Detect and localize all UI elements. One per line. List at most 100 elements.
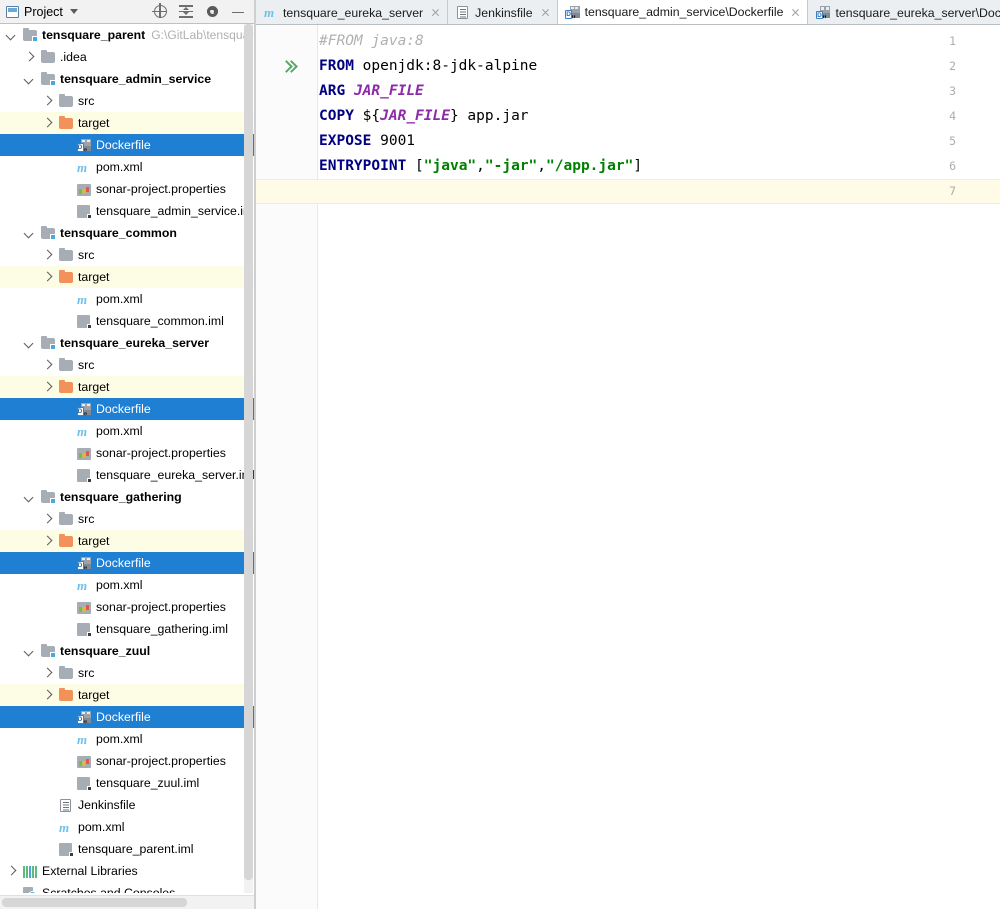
tree-row[interactable]: m pom.xml bbox=[0, 816, 255, 838]
tree-row[interactable]: target bbox=[0, 530, 255, 552]
tree-row[interactable]: tensquare_gathering.iml bbox=[0, 618, 255, 640]
editor-tab-label: tensquare_eureka_server\Dockerfile bbox=[835, 5, 1000, 20]
tree-row[interactable]: m pom.xml bbox=[0, 574, 255, 596]
chevron-right-icon[interactable] bbox=[42, 668, 53, 679]
tree-row[interactable]: src bbox=[0, 508, 255, 530]
tree-row-label: Jenkinsfile bbox=[78, 797, 136, 812]
project-panel-header: Project bbox=[0, 0, 255, 24]
iml-icon bbox=[76, 314, 92, 329]
hide-button[interactable] bbox=[225, 1, 251, 23]
tree-row[interactable]: src bbox=[0, 244, 255, 266]
tree-row[interactable]: External Libraries bbox=[0, 860, 255, 882]
tree-row[interactable]: sonar-project.properties bbox=[0, 596, 255, 618]
editor-gutter[interactable] bbox=[256, 25, 318, 909]
tree-row[interactable]: tensquare_zuul bbox=[0, 640, 255, 662]
chevron-right-icon[interactable] bbox=[42, 250, 53, 261]
tree-row-selected[interactable]: D Dockerfile bbox=[0, 134, 255, 156]
folder-icon bbox=[40, 49, 56, 65]
tree-vertical-scrollbar-track[interactable] bbox=[244, 24, 253, 893]
tree-row[interactable]: target bbox=[0, 684, 255, 706]
tree-row[interactable]: tensquare_admin_service.iml bbox=[0, 200, 255, 222]
tree-row[interactable]: Scratches and Consoles bbox=[0, 882, 255, 893]
editor-tab[interactable]: m tensquare_eureka_server bbox=[256, 0, 449, 24]
chevron-down-icon[interactable] bbox=[24, 492, 35, 503]
tree-row-selected[interactable]: D Dockerfile bbox=[0, 398, 255, 420]
tree-row[interactable]: tensquare_eureka_server bbox=[0, 332, 255, 354]
code-token-brk: , bbox=[476, 158, 485, 174]
minimize-icon bbox=[232, 6, 244, 18]
run-gutter-button[interactable] bbox=[282, 54, 300, 79]
dockerfile-icon: D bbox=[815, 5, 831, 20]
editor-tab[interactable]: Jenkinsfile bbox=[448, 0, 558, 24]
locate-button[interactable] bbox=[147, 1, 173, 23]
tree-row[interactable]: tensquare_zuul.iml bbox=[0, 772, 255, 794]
tree-row[interactable]: tensquare_gathering bbox=[0, 486, 255, 508]
tree-row[interactable]: tensquare_admin_service bbox=[0, 68, 255, 90]
chevron-right-icon[interactable] bbox=[42, 514, 53, 525]
chevron-right-icon[interactable] bbox=[42, 382, 53, 393]
tree-row[interactable]: target bbox=[0, 266, 255, 288]
chevron-right-icon[interactable] bbox=[42, 272, 53, 283]
tree-row[interactable]: tensquare_parent G:\GitLab\tensquare_ bbox=[0, 24, 255, 46]
tree-row[interactable]: .idea bbox=[0, 46, 255, 68]
chevron-down-icon[interactable] bbox=[6, 30, 17, 41]
chevron-down-icon[interactable] bbox=[69, 9, 78, 14]
editor-tab-active[interactable]: Dtensquare_admin_service\Dockerfile bbox=[557, 0, 809, 24]
tree-row-selected[interactable]: D Dockerfile bbox=[0, 706, 255, 728]
chevron-right-icon[interactable] bbox=[6, 866, 17, 877]
code-editor[interactable]: 1234567 #FROM java:8 FROM openjdk:8-jdk-a… bbox=[256, 25, 1000, 909]
collapse-all-button[interactable] bbox=[173, 1, 199, 23]
tree-row[interactable]: sonar-project.properties bbox=[0, 442, 255, 464]
tree-row[interactable]: tensquare_parent.iml bbox=[0, 838, 255, 860]
tree-row[interactable]: sonar-project.properties bbox=[0, 178, 255, 200]
code-line: ENTRYPOINT ["java","-jar","/app.jar"] bbox=[319, 154, 642, 179]
chevron-down-icon[interactable] bbox=[24, 338, 35, 349]
tree-row[interactable]: target bbox=[0, 112, 255, 134]
tree-vertical-scrollbar-thumb[interactable] bbox=[244, 24, 253, 880]
tree-row-label: src bbox=[78, 247, 95, 262]
tree-row[interactable]: m pom.xml bbox=[0, 728, 255, 750]
close-icon[interactable] bbox=[540, 7, 551, 18]
chevron-right-icon[interactable] bbox=[42, 118, 53, 129]
chevron-down-icon[interactable] bbox=[24, 228, 35, 239]
tree-row[interactable]: Jenkinsfile bbox=[0, 794, 255, 816]
tree-row[interactable]: m pom.xml bbox=[0, 420, 255, 442]
tree-row[interactable]: target bbox=[0, 376, 255, 398]
chevron-right-icon[interactable] bbox=[42, 536, 53, 547]
tree-row[interactable]: src bbox=[0, 354, 255, 376]
tree-row[interactable]: src bbox=[0, 662, 255, 684]
iml-icon bbox=[58, 842, 74, 857]
code-token-brk: , bbox=[537, 158, 547, 174]
project-tree[interactable]: tensquare_parent G:\GitLab\tensquare_ .ide… bbox=[0, 24, 255, 893]
tree-row[interactable]: m pom.xml bbox=[0, 156, 255, 178]
editor-tab-label: tensquare_admin_service\Dockerfile bbox=[584, 5, 784, 19]
tree-row[interactable]: sonar-project.properties bbox=[0, 750, 255, 772]
tree-row[interactable]: tensquare_common bbox=[0, 222, 255, 244]
chevron-right-icon[interactable] bbox=[42, 96, 53, 107]
target-folder-icon bbox=[58, 269, 74, 285]
tree-row[interactable]: tensquare_common.iml bbox=[0, 310, 255, 332]
tree-row-label: src bbox=[78, 93, 95, 108]
tree-row[interactable]: tensquare_eureka_server.iml bbox=[0, 464, 255, 486]
tree-row-selected[interactable]: D Dockerfile bbox=[0, 552, 255, 574]
chevron-down-icon[interactable] bbox=[24, 646, 35, 657]
chevron-right-icon[interactable] bbox=[24, 52, 35, 63]
project-title-group[interactable]: Project bbox=[0, 5, 147, 19]
tree-horizontal-scrollbar-track[interactable] bbox=[0, 895, 255, 909]
chevron-right-icon[interactable] bbox=[42, 360, 53, 371]
maven-icon: m bbox=[264, 5, 275, 20]
dockerfile-icon: D bbox=[76, 710, 92, 725]
settings-button[interactable] bbox=[199, 1, 225, 23]
close-icon[interactable] bbox=[430, 7, 441, 18]
chevron-down-icon[interactable] bbox=[24, 74, 35, 85]
close-icon[interactable] bbox=[790, 7, 801, 18]
tree-row-label: src bbox=[78, 665, 95, 680]
tree-row[interactable]: src bbox=[0, 90, 255, 112]
chevron-right-icon[interactable] bbox=[42, 690, 53, 701]
tree-row[interactable]: m pom.xml bbox=[0, 288, 255, 310]
tree-row-label: .idea bbox=[60, 49, 87, 64]
editor-tab[interactable]: Dtensquare_eureka_server\Dockerfile bbox=[808, 0, 1000, 24]
editor-code-content[interactable]: #FROM java:8 FROM openjdk:8-jdk-alpine ARG… bbox=[319, 25, 1000, 909]
tree-horizontal-scrollbar-thumb[interactable] bbox=[2, 898, 187, 907]
